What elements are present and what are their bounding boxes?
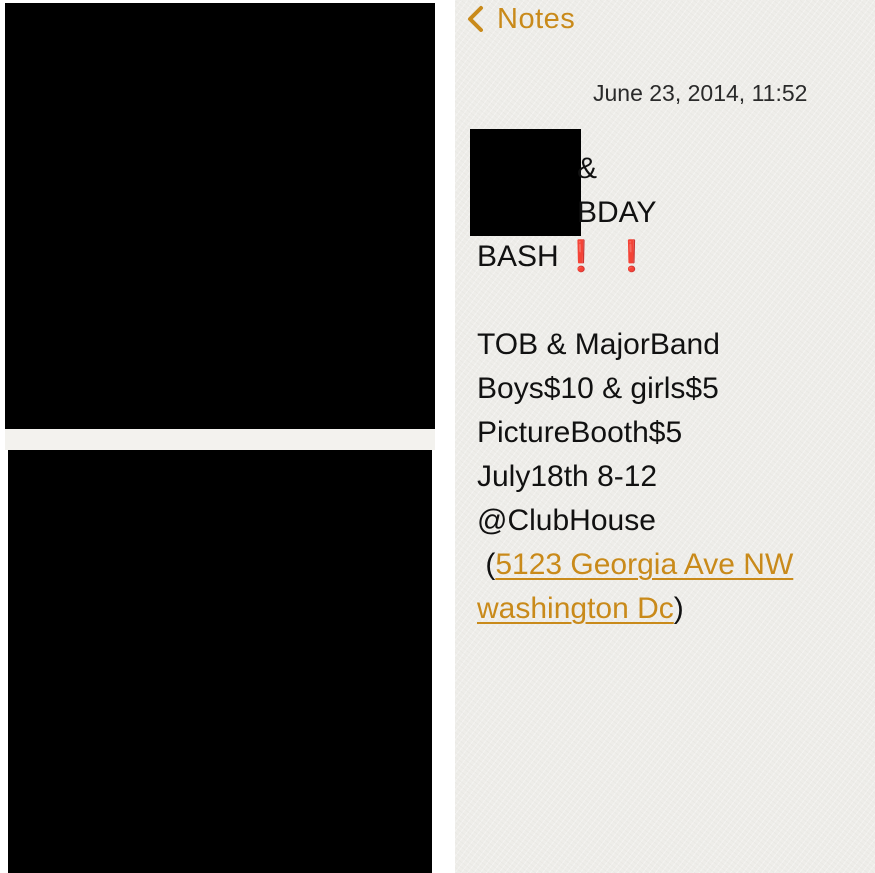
detail-line: @ClubHouse: [477, 504, 656, 537]
address-link[interactable]: 5123 Georgia Ave NW: [495, 548, 793, 581]
divider-strip: [5, 429, 435, 450]
title-line: BASH❗ ❗: [477, 235, 867, 279]
address-line-1: (5123 Georgia Ave NW: [477, 548, 794, 581]
chevron-left-icon: [468, 6, 483, 32]
notes-screen: Notes June 23, 2014, 11:52 & BDAY BASH❗ …: [455, 0, 875, 873]
back-to-notes-button[interactable]: Notes: [465, 2, 575, 36]
detail-line: Boys$10 & girls$5: [477, 372, 719, 405]
title-line: &: [577, 152, 598, 185]
note-timestamp: June 23, 2014, 11:52: [593, 80, 808, 106]
redacted-image-bottom: [8, 450, 432, 873]
detail-line: PictureBooth$5: [477, 416, 683, 449]
redacted-image-top: [5, 3, 435, 429]
detail-line: TOB & MajorBand: [477, 328, 720, 361]
detail-line: July18th 8-12: [477, 460, 658, 493]
address-line-2: washington Dc): [477, 592, 684, 625]
title-line: BDAY: [577, 196, 657, 229]
back-label: Notes: [497, 3, 576, 35]
address-link[interactable]: washington Dc: [477, 592, 674, 625]
screenshot-collage: Notes June 23, 2014, 11:52 & BDAY BASH❗ …: [0, 0, 875, 873]
note-body[interactable]: & BDAY BASH❗ ❗ TOB & MajorBand Boys$10 &…: [477, 147, 867, 631]
double-exclamation-icon: ❗ ❗: [560, 240, 652, 273]
